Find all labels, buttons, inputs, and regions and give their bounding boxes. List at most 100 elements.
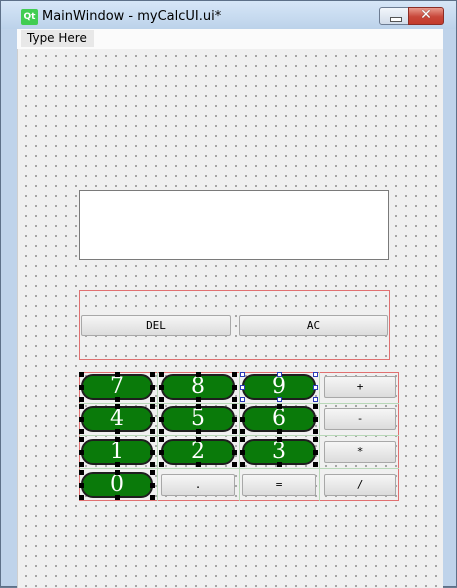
resize-handle[interactable] [277, 404, 282, 409]
resize-handle[interactable] [232, 372, 237, 377]
resize-handle[interactable] [159, 437, 164, 442]
resize-handle[interactable] [115, 437, 120, 442]
divide-button[interactable]: / [324, 474, 396, 496]
menu-type-here[interactable]: Type Here [21, 30, 94, 47]
resize-handle[interactable] [240, 450, 245, 455]
grid-divider [319, 372, 320, 501]
resize-handle[interactable] [150, 417, 155, 422]
resize-handle[interactable] [159, 385, 164, 390]
resize-handle[interactable] [232, 397, 237, 402]
resize-handle[interactable] [150, 495, 155, 500]
resize-handle[interactable] [232, 462, 237, 467]
equals-button[interactable]: = [242, 474, 316, 496]
resize-handle[interactable] [79, 372, 84, 377]
resize-handle[interactable] [159, 450, 164, 455]
resize-handle[interactable] [196, 372, 201, 377]
resize-handle[interactable] [79, 385, 84, 390]
resize-handle[interactable] [232, 417, 237, 422]
resize-handle[interactable] [79, 470, 84, 475]
resize-handle[interactable] [232, 450, 237, 455]
resize-handle[interactable] [150, 483, 155, 488]
resize-handle[interactable] [240, 372, 245, 377]
resize-handle[interactable] [150, 437, 155, 442]
resize-handle[interactable] [232, 437, 237, 442]
resize-handle[interactable] [232, 404, 237, 409]
resize-handle[interactable] [240, 417, 245, 422]
resize-handle[interactable] [159, 417, 164, 422]
resize-handle[interactable] [240, 462, 245, 467]
resize-handle[interactable] [150, 385, 155, 390]
resize-handle[interactable] [196, 462, 201, 467]
close-button[interactable]: ✕ [408, 7, 444, 25]
resize-handle[interactable] [79, 450, 84, 455]
resize-handle[interactable] [196, 397, 201, 402]
resize-handle[interactable] [240, 404, 245, 409]
resize-handle[interactable] [313, 450, 318, 455]
minimize-button[interactable] [379, 7, 409, 25]
calculator-display[interactable] [79, 190, 389, 260]
resize-handle[interactable] [115, 495, 120, 500]
resize-handle[interactable] [196, 404, 201, 409]
resize-handle[interactable] [277, 437, 282, 442]
resize-handle[interactable] [79, 417, 84, 422]
dot-button[interactable]: . [161, 474, 235, 496]
resize-handle[interactable] [277, 372, 282, 377]
left-edge-divider [17, 49, 18, 588]
resize-handle[interactable] [115, 462, 120, 467]
resize-handle[interactable] [79, 397, 84, 402]
resize-handle[interactable] [115, 429, 120, 434]
resize-handle[interactable] [79, 404, 84, 409]
del-button[interactable]: DEL [81, 315, 231, 336]
resize-handle[interactable] [240, 429, 245, 434]
resize-handle[interactable] [277, 429, 282, 434]
resize-handle[interactable] [240, 397, 245, 402]
resize-handle[interactable] [115, 470, 120, 475]
plus-button[interactable]: + [324, 376, 396, 398]
designer-canvas[interactable]: Type Here DEL AC 7 8 9 + 4 5 6 - 1 2 3 *… [17, 29, 443, 588]
resize-handle[interactable] [159, 397, 164, 402]
resize-handle[interactable] [313, 404, 318, 409]
main-window: Qt MainWindow - myCalcUI.ui* ✕ Type Here… [0, 0, 457, 588]
resize-handle[interactable] [79, 483, 84, 488]
resize-handle[interactable] [313, 397, 318, 402]
resize-handle[interactable] [313, 462, 318, 467]
resize-handle[interactable] [159, 429, 164, 434]
resize-handle[interactable] [196, 437, 201, 442]
resize-handle[interactable] [240, 385, 245, 390]
resize-handle[interactable] [150, 429, 155, 434]
resize-handle[interactable] [150, 372, 155, 377]
resize-handle[interactable] [313, 372, 318, 377]
resize-handle[interactable] [313, 385, 318, 390]
resize-handle[interactable] [115, 404, 120, 409]
resize-handle[interactable] [240, 437, 245, 442]
resize-handle[interactable] [232, 429, 237, 434]
minus-button[interactable]: - [324, 408, 396, 430]
title-bar[interactable]: Qt MainWindow - myCalcUI.ui* ✕ [1, 1, 456, 29]
resize-handle[interactable] [277, 397, 282, 402]
grid-divider [79, 403, 399, 404]
resize-handle[interactable] [150, 404, 155, 409]
resize-handle[interactable] [79, 462, 84, 467]
grid-divider [157, 372, 158, 501]
resize-handle[interactable] [79, 495, 84, 500]
resize-handle[interactable] [159, 372, 164, 377]
resize-handle[interactable] [150, 397, 155, 402]
resize-handle[interactable] [313, 429, 318, 434]
resize-handle[interactable] [277, 462, 282, 467]
resize-handle[interactable] [313, 437, 318, 442]
resize-handle[interactable] [115, 397, 120, 402]
resize-handle[interactable] [159, 404, 164, 409]
ac-button[interactable]: AC [239, 315, 388, 336]
resize-handle[interactable] [79, 437, 84, 442]
resize-handle[interactable] [150, 470, 155, 475]
resize-handle[interactable] [313, 417, 318, 422]
resize-handle[interactable] [232, 385, 237, 390]
resize-handle[interactable] [150, 462, 155, 467]
resize-handle[interactable] [196, 429, 201, 434]
resize-handle[interactable] [79, 429, 84, 434]
resize-handle[interactable] [159, 462, 164, 467]
resize-handle[interactable] [115, 372, 120, 377]
resize-handle[interactable] [150, 450, 155, 455]
multiply-button[interactable]: * [324, 441, 396, 463]
grid-divider [79, 435, 399, 436]
